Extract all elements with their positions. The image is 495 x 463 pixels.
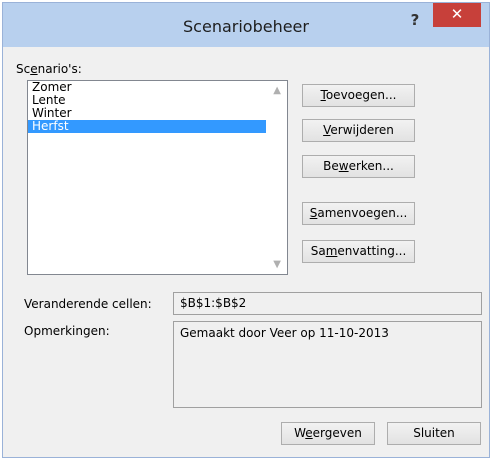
delete-button-label: Verwijderen bbox=[323, 123, 394, 137]
close-dialog-button[interactable]: Sluiten bbox=[387, 422, 481, 445]
merge-button[interactable]: Samenvoegen... bbox=[302, 202, 415, 225]
help-button[interactable]: ? bbox=[405, 11, 425, 31]
scroll-up-icon[interactable]: ▲ bbox=[273, 85, 281, 96]
scenarios-label: Scenario's: bbox=[16, 62, 82, 76]
title-bar: Scenariobeheer ? ✕ bbox=[3, 3, 489, 47]
summary-button[interactable]: Samenvatting... bbox=[302, 240, 415, 263]
add-button-label: Toevoegen... bbox=[320, 88, 397, 102]
add-button[interactable]: Toevoegen... bbox=[302, 84, 415, 107]
summary-button-label: Samenvatting... bbox=[310, 244, 407, 258]
comment-label: Opmerkingen: bbox=[24, 324, 110, 338]
list-item-selected[interactable]: Herfst bbox=[28, 120, 266, 133]
show-button-label: Weergeven bbox=[294, 426, 362, 440]
changing-cells-field: $B$1:$B$2 bbox=[173, 292, 482, 315]
scenarios-listbox[interactable]: Zomer Lente Winter Herfst ▲ ▼ bbox=[27, 80, 288, 275]
close-button[interactable]: ✕ bbox=[433, 3, 481, 27]
edit-button[interactable]: Bewerken... bbox=[302, 155, 415, 178]
delete-button[interactable]: Verwijderen bbox=[302, 119, 415, 142]
comment-field: Gemaakt door Veer op 11-10-2013 bbox=[173, 321, 482, 408]
close-icon: ✕ bbox=[450, 5, 464, 23]
show-button[interactable]: Weergeven bbox=[281, 422, 375, 445]
changing-cells-label: Veranderende cellen: bbox=[24, 297, 152, 311]
edit-button-label: Bewerken... bbox=[323, 159, 394, 173]
merge-button-label: Samenvoegen... bbox=[309, 206, 408, 220]
scroll-down-icon[interactable]: ▼ bbox=[273, 259, 281, 270]
